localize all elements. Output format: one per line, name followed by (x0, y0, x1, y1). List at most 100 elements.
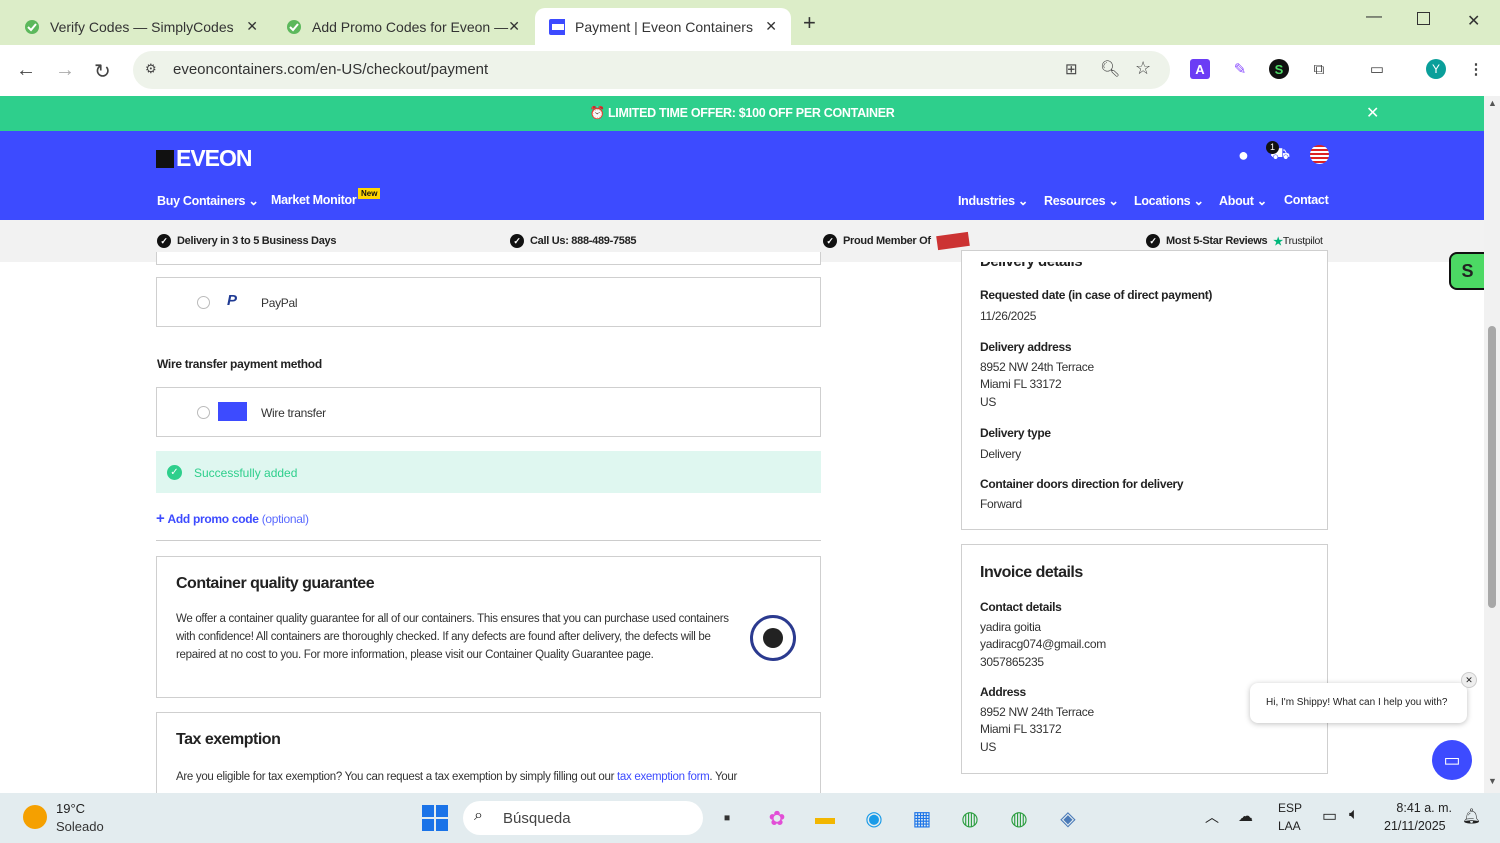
nav-resources[interactable]: Resources ⌄ (1044, 193, 1119, 208)
store-icon[interactable]: ▦ (906, 802, 938, 834)
simplycodes-extension-icon[interactable]: S (1269, 59, 1289, 79)
lang-2[interactable]: LAA (1278, 819, 1301, 833)
eveon-logo[interactable]: EVEON (156, 145, 253, 172)
close-window-icon[interactable]: ✕ (1467, 11, 1480, 31)
usp-call[interactable]: ✓ Call Us: 888-489-7585 (510, 234, 637, 248)
invoice-address-label: Address (980, 685, 1026, 699)
account-icon[interactable]: ● (1238, 145, 1249, 166)
minimize-icon[interactable]: — (1366, 8, 1382, 26)
back-icon[interactable]: ← (16, 59, 36, 82)
chat-bubble[interactable]: Hi, I'm Shippy! What can I help you with… (1250, 683, 1467, 723)
nav-industries[interactable]: Industries ⌄ (958, 193, 1028, 208)
taskbar-search-placeholder[interactable]: Búsqueda (503, 810, 571, 827)
success-text: Successfully added (194, 466, 298, 480)
volume-icon[interactable]: 🔈︎ (1349, 806, 1359, 824)
sun-weather-icon[interactable] (23, 805, 47, 829)
weather-temp[interactable]: 19°C (56, 801, 85, 816)
profile-avatar[interactable]: Y (1426, 59, 1446, 79)
add-promo-code-link[interactable]: + Add promo code (optional) (156, 510, 309, 527)
us-flag-icon[interactable] (1310, 145, 1329, 164)
browser-menu-icon[interactable]: ⋮ (1466, 59, 1486, 79)
tab-title: Add Promo Codes for Eveon — (312, 18, 509, 35)
tax-exemption-form-link[interactable]: tax exemption form (617, 771, 710, 783)
chrome-icon-1[interactable]: ◍ (954, 802, 986, 834)
close-banner-icon[interactable]: ✕ (1366, 96, 1379, 131)
simplycodes-side-tab[interactable]: S (1449, 252, 1484, 290)
promo-banner-text: ⏰ LIMITED TIME OFFER: $100 OFF PER CONTA… (589, 106, 895, 120)
cart-count-badge: 1 (1266, 141, 1279, 154)
guarantee-title: Container quality guarantee (176, 575, 375, 592)
delivery-address-label: Delivery address (980, 340, 1072, 354)
simplycodes-icon (286, 19, 302, 35)
network-icon[interactable]: ▭ (1322, 806, 1337, 826)
notification-bell-icon[interactable]: 🔔︎ (1462, 807, 1481, 825)
invoice-address-line3: US (980, 740, 997, 754)
nav-contact[interactable]: Contact (1284, 193, 1329, 207)
new-tab-button[interactable]: + (803, 10, 816, 36)
delivery-type: Delivery (980, 447, 1021, 461)
delivery-address-line3: US (980, 395, 997, 409)
onedrive-icon[interactable]: ☁ (1238, 807, 1253, 825)
edge-icon[interactable]: ◉ (858, 802, 890, 834)
extension-a-icon[interactable]: A (1190, 59, 1210, 79)
scroll-thumb[interactable] (1488, 326, 1496, 608)
windows-start-icon[interactable] (419, 802, 451, 834)
app-icon[interactable]: ◈ (1052, 802, 1084, 834)
tab-eveon-payment[interactable]: Payment | Eveon Containers ✕ (535, 8, 791, 45)
contact-email: yadiracg074@gmail.com (980, 637, 1106, 651)
paypal-radio[interactable] (197, 296, 210, 309)
success-check-icon: ✓ (167, 465, 182, 480)
maximize-icon[interactable] (1417, 12, 1430, 25)
delivery-heading: Delivery details (980, 253, 1083, 270)
nav-locations[interactable]: Locations ⌄ (1134, 193, 1204, 208)
invoice-details-card: Invoice details Contact details yadira g… (961, 544, 1328, 774)
clock-date[interactable]: 21/11/2025 (1384, 819, 1446, 833)
close-tab-icon[interactable]: ✕ (508, 18, 520, 35)
nav-about[interactable]: About ⌄ (1219, 193, 1267, 208)
tab-search-icon[interactable]: ▭ (1367, 59, 1387, 79)
scroll-up-icon: ▲ (1488, 98, 1497, 108)
clock-time[interactable]: 8:41 a. m. (1390, 801, 1452, 815)
close-tab-icon[interactable]: ✕ (246, 18, 258, 35)
divider (156, 540, 821, 541)
payment-option-above (156, 252, 821, 265)
copilot-icon[interactable]: ✿ (761, 802, 793, 834)
file-explorer-icon[interactable]: ▬ (809, 802, 841, 834)
forward-icon[interactable]: → (55, 59, 75, 82)
payment-option-paypal[interactable]: P PayPal (156, 277, 821, 327)
extension-pen-icon[interactable]: ✎ (1230, 59, 1250, 79)
site-settings-icon[interactable]: ⚙ (145, 61, 157, 77)
task-view-icon[interactable]: ▪ (711, 802, 743, 834)
usp-member: ✓ Proud Member Of (823, 231, 970, 251)
tab-simplycodes-add[interactable]: Add Promo Codes for Eveon — ✕ (272, 8, 534, 45)
tray-chevron-icon[interactable]: ︿ (1205, 807, 1219, 827)
taskbar-search[interactable]: ⌕ Búsqueda (463, 801, 703, 835)
lang-1[interactable]: ESP (1278, 801, 1302, 815)
tab-simplycodes-verify[interactable]: Verify Codes — SimplyCodes ✕ (10, 8, 272, 45)
url-text[interactable]: eveoncontainers.com/en-US/checkout/payme… (173, 61, 488, 78)
usp-reviews: ✓ Most 5-Star Reviews ★ Trustpilot (1146, 234, 1323, 248)
nav-market-monitor[interactable]: Market Monitor (271, 193, 357, 207)
chrome-icon-2[interactable]: ◍ (1003, 802, 1035, 834)
association-logo (935, 231, 970, 251)
wire-radio[interactable] (197, 406, 210, 419)
invoice-heading: Invoice details (980, 564, 1083, 581)
reload-icon[interactable]: ↻ (94, 59, 111, 84)
close-chat-bubble-icon[interactable]: ✕ (1461, 672, 1477, 688)
nav-buy-containers[interactable]: Buy Containers ⌄ (157, 193, 259, 208)
omnibox[interactable]: ⚙ eveoncontainers.com/en-US/checkout/pay… (133, 51, 1170, 89)
page-scrollbar[interactable]: ▲ ▼ (1484, 96, 1500, 793)
tax-text: Are you eligible for tax exemption? You … (176, 771, 738, 783)
success-alert: ✓ Successfully added (156, 451, 821, 493)
bookmark-star-icon[interactable]: ☆ (1135, 58, 1151, 79)
payment-option-wire[interactable]: Wire transfer (156, 387, 821, 437)
weather-desc[interactable]: Soleado (56, 819, 104, 834)
chat-launcher-icon[interactable]: ▭ (1432, 740, 1472, 780)
wire-heading: Wire transfer payment method (157, 357, 322, 371)
translate-icon[interactable]: ⊞ (1065, 60, 1078, 78)
extensions-puzzle-icon[interactable]: ⧉ (1309, 59, 1329, 79)
zoom-icon[interactable]: 🔍︎ (1100, 59, 1120, 79)
close-tab-icon[interactable]: ✕ (765, 18, 777, 35)
tax-exemption-card: Tax exemption Are you eligible for tax e… (156, 712, 821, 802)
delivery-details-card: Delivery details Requested date (in case… (961, 250, 1328, 530)
